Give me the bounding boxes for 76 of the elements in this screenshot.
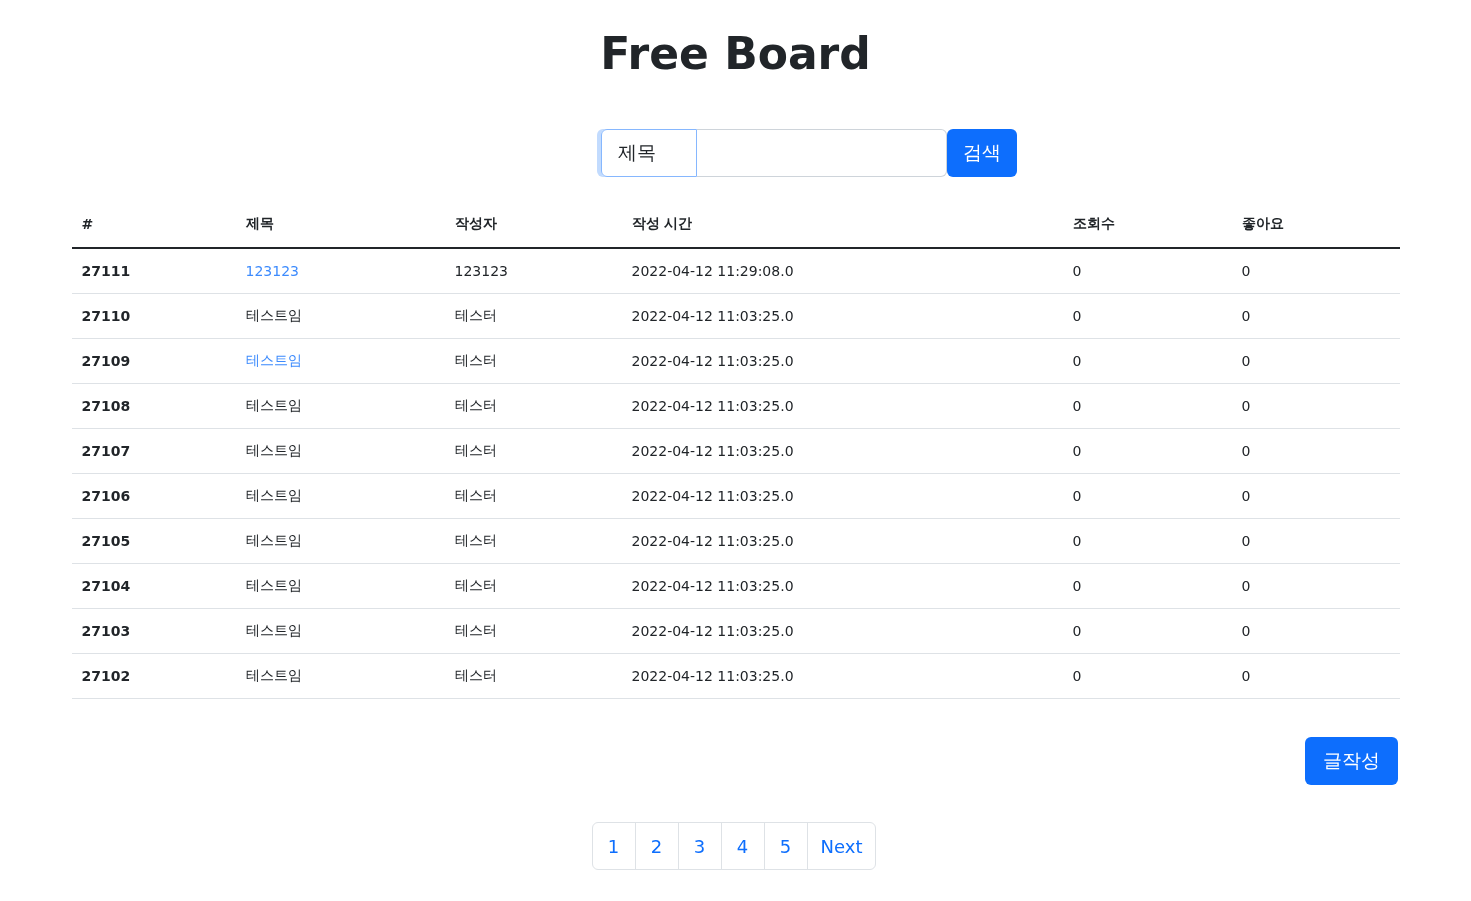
- time-cell: 2022-04-12 11:29:08.0: [621, 248, 1063, 294]
- likes-cell: 0: [1231, 473, 1400, 519]
- author-cell: 테스터: [444, 428, 622, 474]
- column-header: 작성자: [444, 201, 622, 248]
- page-link[interactable]: 1: [591, 822, 636, 870]
- likes-cell: 0: [1231, 293, 1400, 339]
- author-cell: 테스터: [444, 563, 622, 609]
- likes-cell: 0: [1231, 563, 1400, 609]
- post-number: 27107: [71, 428, 236, 474]
- post-number: 27109: [71, 338, 236, 384]
- post-title-link[interactable]: 테스트임: [235, 518, 445, 564]
- post-number: 27105: [71, 518, 236, 564]
- author-cell: 테스터: [444, 608, 622, 654]
- post-title-link[interactable]: 테스트임: [235, 473, 445, 519]
- likes-cell: 0: [1231, 248, 1400, 294]
- post-number: 27108: [71, 383, 236, 429]
- write-post-button[interactable]: 글작성: [1304, 737, 1398, 785]
- likes-cell: 0: [1231, 338, 1400, 384]
- time-cell: 2022-04-12 11:03:25.0: [621, 473, 1063, 519]
- time-cell: 2022-04-12 11:03:25.0: [621, 293, 1063, 339]
- column-header: 조회수: [1062, 201, 1232, 248]
- views-cell: 0: [1062, 608, 1232, 654]
- page-link[interactable]: 2: [634, 822, 679, 870]
- likes-cell: 0: [1231, 518, 1400, 564]
- time-cell: 2022-04-12 11:03:25.0: [621, 428, 1063, 474]
- page-title: Free Board: [600, 27, 871, 81]
- post-title-link[interactable]: 테스트임: [235, 383, 445, 429]
- views-cell: 0: [1062, 518, 1232, 564]
- views-cell: 0: [1062, 473, 1232, 519]
- post-title-link[interactable]: 테스트임: [235, 563, 445, 609]
- author-cell: 테스터: [444, 473, 622, 519]
- time-cell: 2022-04-12 11:03:25.0: [621, 383, 1063, 429]
- likes-cell: 0: [1231, 653, 1400, 699]
- post-title-link[interactable]: 테스트임: [235, 293, 445, 339]
- post-number: 27111: [71, 248, 236, 294]
- column-header: 제목: [235, 201, 445, 248]
- author-cell: 테스터: [444, 383, 622, 429]
- post-title-link[interactable]: 123123: [235, 248, 445, 294]
- page-link[interactable]: 5: [763, 822, 808, 870]
- page-link[interactable]: 4: [720, 822, 765, 870]
- post-title-link[interactable]: 테스트임: [235, 428, 445, 474]
- search-button[interactable]: 검색: [947, 129, 1017, 177]
- views-cell: 0: [1062, 383, 1232, 429]
- views-cell: 0: [1062, 428, 1232, 474]
- views-cell: 0: [1062, 653, 1232, 699]
- likes-cell: 0: [1231, 428, 1400, 474]
- views-cell: 0: [1062, 563, 1232, 609]
- page-link[interactable]: Next: [806, 822, 877, 870]
- column-header: 작성 시간: [621, 201, 1063, 248]
- page-link[interactable]: 3: [677, 822, 722, 870]
- search-input-field[interactable]: [697, 129, 947, 177]
- column-header: #: [71, 201, 236, 248]
- author-cell: 테스터: [444, 653, 622, 699]
- author-cell: 123123: [444, 248, 622, 294]
- views-cell: 0: [1062, 338, 1232, 384]
- author-cell: 테스터: [444, 338, 622, 384]
- column-header: 좋아요: [1231, 201, 1400, 248]
- time-cell: 2022-04-12 11:03:25.0: [621, 338, 1063, 384]
- time-cell: 2022-04-12 11:03:25.0: [621, 653, 1063, 699]
- time-cell: 2022-04-12 11:03:25.0: [621, 563, 1063, 609]
- likes-cell: 0: [1231, 608, 1400, 654]
- post-number: 27103: [71, 608, 236, 654]
- likes-cell: 0: [1231, 383, 1400, 429]
- post-title-link[interactable]: 테스트임: [235, 338, 445, 384]
- time-cell: 2022-04-12 11:03:25.0: [621, 518, 1063, 564]
- post-number: 27106: [71, 473, 236, 519]
- author-cell: 테스터: [444, 518, 622, 564]
- views-cell: 0: [1062, 293, 1232, 339]
- post-number: 27110: [71, 293, 236, 339]
- post-title-link[interactable]: 테스트임: [235, 653, 445, 699]
- time-cell: 2022-04-12 11:03:25.0: [621, 608, 1063, 654]
- views-cell: 0: [1062, 248, 1232, 294]
- post-title-link[interactable]: 테스트임: [235, 608, 445, 654]
- author-cell: 테스터: [444, 293, 622, 339]
- post-number: 27102: [71, 653, 236, 699]
- post-number: 27104: [71, 563, 236, 609]
